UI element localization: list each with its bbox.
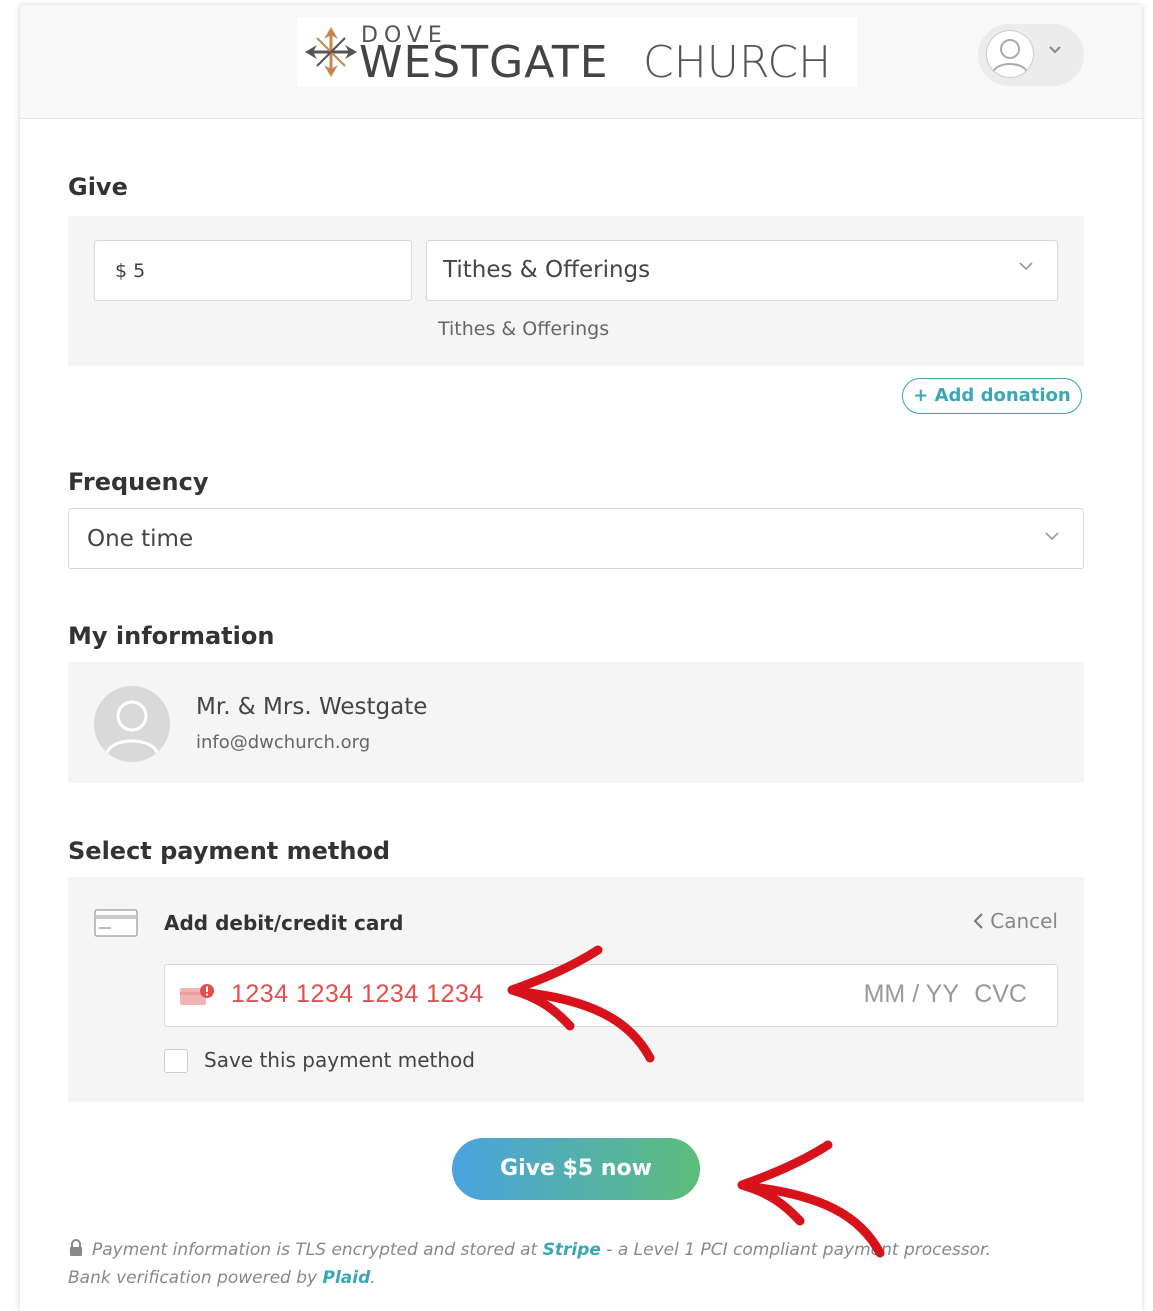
stripe-link[interactable]: Stripe xyxy=(543,1240,601,1260)
payment-method-heading: Select payment method xyxy=(68,837,391,865)
card-number-input[interactable]: 1234 1234 1234 1234 xyxy=(231,980,484,1009)
logo-westgate-text: WESTGATE xyxy=(359,37,609,88)
footer-text-1: Payment information is TLS encrypted and… xyxy=(92,1240,543,1260)
give-panel: $ 5 Tithes & Offerings Tithes & Offering… xyxy=(68,216,1084,366)
profile-avatar-icon xyxy=(94,686,170,762)
add-card-label: Add debit/credit card xyxy=(164,911,404,935)
logo-church-text: CHURCH xyxy=(643,37,832,88)
cancel-link[interactable]: Cancel xyxy=(972,909,1058,933)
fund-select-value: Tithes & Offerings xyxy=(443,257,651,283)
save-payment-checkbox[interactable] xyxy=(164,1049,188,1073)
header: DOVE WESTGATE CHURCH xyxy=(20,5,1142,119)
credit-card-icon xyxy=(94,909,138,937)
chevron-left-icon xyxy=(973,913,983,929)
give-now-button[interactable]: Give $5 now xyxy=(452,1138,700,1200)
chevron-down-icon xyxy=(1045,532,1059,541)
plaid-link[interactable]: Plaid xyxy=(323,1268,371,1288)
footer-text-3: . xyxy=(370,1268,376,1288)
profile-name: Mr. & Mrs. Westgate xyxy=(196,694,428,720)
my-information-panel: Mr. & Mrs. Westgate info@dwchurch.org xyxy=(68,662,1084,783)
frequency-select-value: One time xyxy=(87,526,194,552)
card-expiry-input[interactable]: MM / YY xyxy=(864,980,959,1009)
amount-input[interactable]: $ 5 xyxy=(94,240,412,301)
frequency-select[interactable]: One time xyxy=(68,508,1084,569)
church-logo: DOVE WESTGATE CHURCH xyxy=(297,17,857,88)
payment-method-panel: Add debit/credit card Cancel 1234 1234 1… xyxy=(68,877,1084,1102)
dove-compass-logo-icon xyxy=(305,27,357,77)
card-error-icon xyxy=(180,984,214,1005)
card-cvc-input[interactable]: CVC xyxy=(974,980,1027,1009)
cancel-label: Cancel xyxy=(990,909,1058,933)
lock-icon xyxy=(70,1239,82,1256)
add-donation-button[interactable]: + Add donation xyxy=(902,378,1082,414)
user-menu-button[interactable] xyxy=(978,24,1084,86)
profile-email: info@dwchurch.org xyxy=(196,732,371,753)
give-heading: Give xyxy=(68,173,128,201)
user-avatar-icon xyxy=(986,30,1034,78)
card-number-field[interactable]: 1234 1234 1234 1234 MM / YY CVC xyxy=(164,964,1058,1027)
fund-caption: Tithes & Offerings xyxy=(438,318,610,340)
fund-select[interactable]: Tithes & Offerings xyxy=(426,240,1058,301)
security-footer: Payment information is TLS encrypted and… xyxy=(68,1236,1028,1292)
my-information-heading: My information xyxy=(68,622,275,650)
save-payment-label: Save this payment method xyxy=(204,1048,475,1072)
frequency-heading: Frequency xyxy=(68,468,209,496)
chevron-down-icon xyxy=(1049,46,1061,54)
chevron-down-icon xyxy=(1019,262,1033,271)
giving-form-card: DOVE WESTGATE CHURCH Give $ 5 Tithes & O… xyxy=(20,5,1142,1311)
